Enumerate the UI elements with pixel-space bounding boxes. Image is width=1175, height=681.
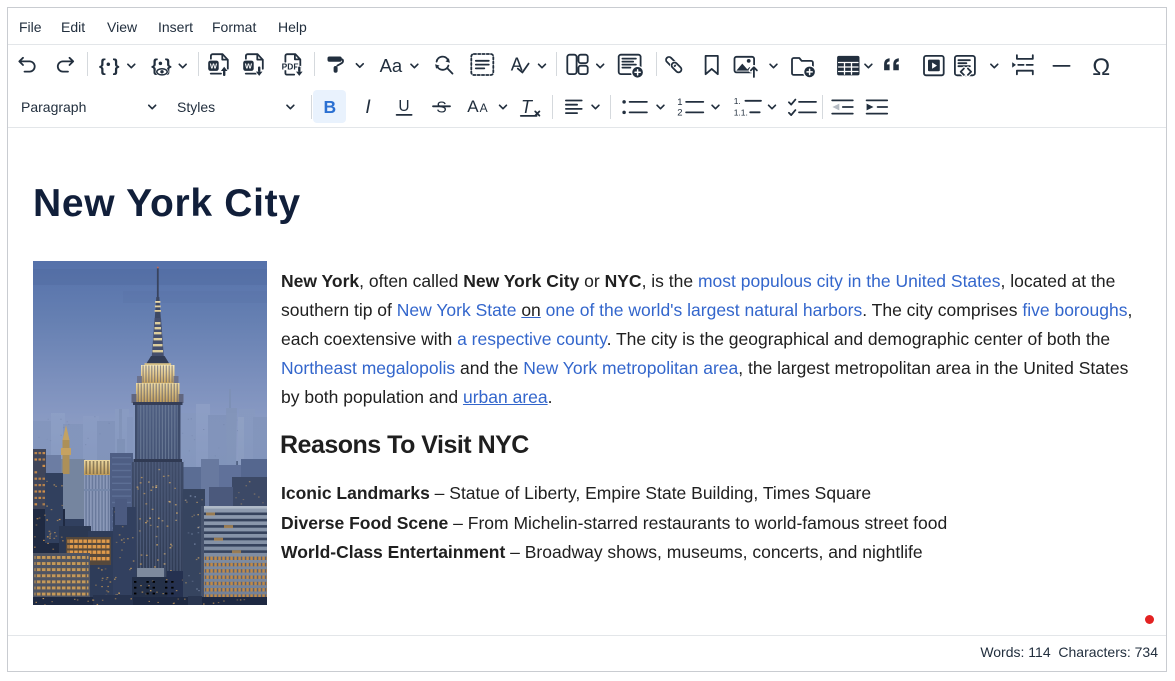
svg-text:Ω: Ω [1092, 54, 1110, 81]
svg-text:A: A [480, 101, 488, 115]
svg-text:B: B [323, 97, 336, 117]
svg-text:T: T [521, 97, 534, 117]
svg-text:2: 2 [677, 108, 682, 119]
svg-text:1.: 1. [734, 96, 741, 106]
svg-text:U: U [398, 98, 409, 115]
svg-text:W: W [210, 61, 218, 70]
svg-text:1.1.: 1.1. [734, 107, 748, 117]
svg-text:W: W [245, 61, 253, 70]
svg-text:I: I [365, 97, 371, 118]
svg-text:}: } [113, 56, 120, 76]
svg-text:{: { [99, 56, 106, 76]
svg-text:S: S [436, 99, 446, 116]
svg-text:PDF: PDF [282, 61, 299, 71]
svg-text:1: 1 [677, 97, 682, 108]
svg-text:Aa: Aa [380, 55, 403, 76]
svg-text:A: A [467, 97, 479, 116]
